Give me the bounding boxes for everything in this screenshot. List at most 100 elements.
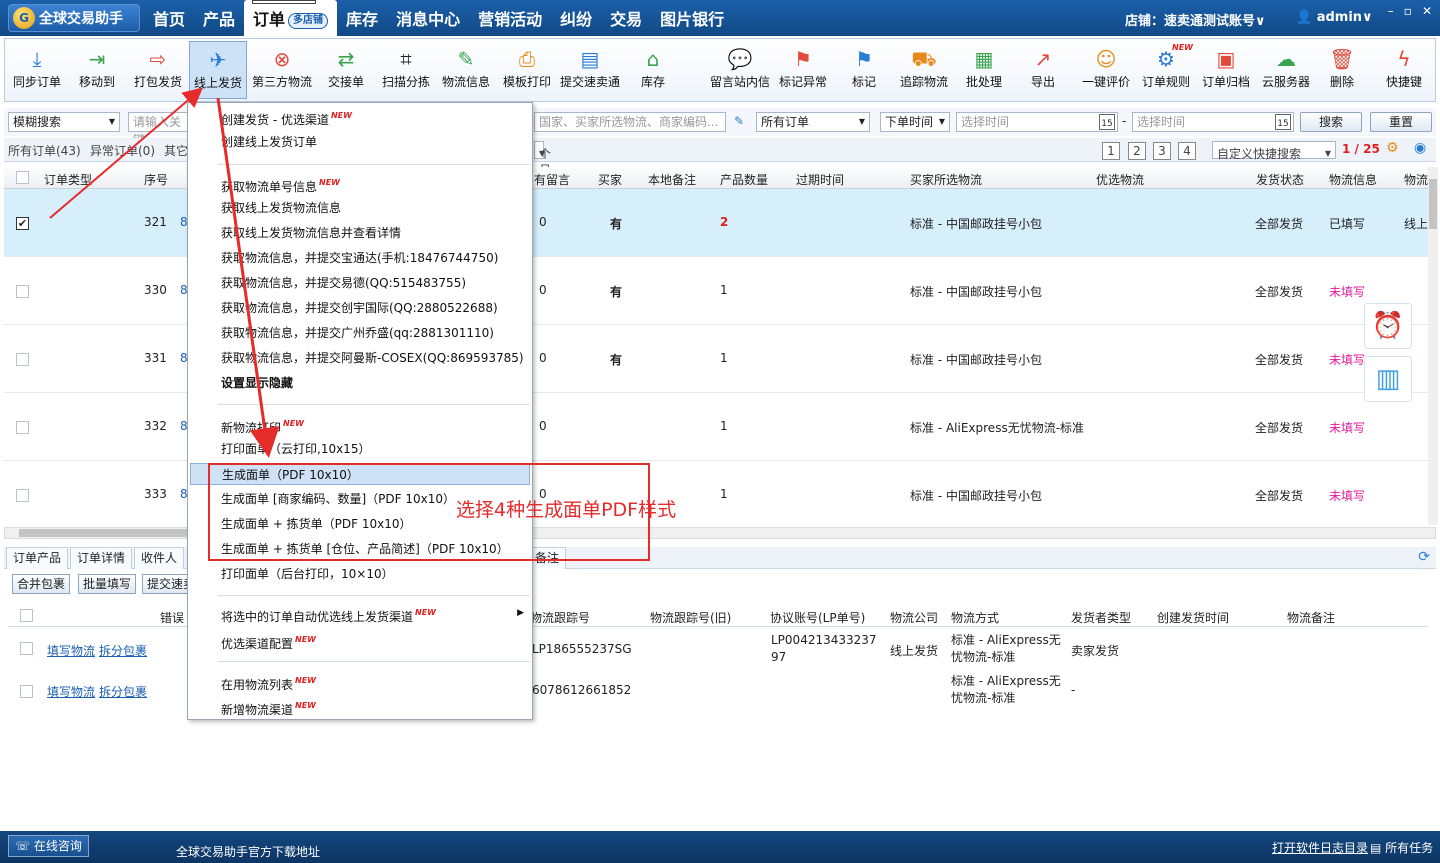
col-buyer-logistics[interactable]: 买家所选物流 bbox=[910, 171, 982, 188]
menu-item-submit-chuangyu[interactable]: 获取物流信息，并提交创宇国际(QQ:2880522688) bbox=[190, 297, 530, 319]
menu-item-get-online-info[interactable]: 获取线上发货物流信息 bbox=[190, 197, 530, 219]
online-consult-button[interactable]: ☏ 在线咨询 bbox=[8, 835, 89, 857]
nav-messages[interactable]: 消息中心 bbox=[387, 0, 469, 36]
batch-fill-button[interactable]: 批量填写 bbox=[78, 574, 137, 594]
tab-notes[interactable]: 备注 bbox=[528, 547, 567, 569]
col-expire-time[interactable]: 过期时间 bbox=[796, 171, 844, 188]
select-all-checkbox[interactable] bbox=[16, 171, 29, 184]
online-shipping-button[interactable]: ✈ 线上发货 bbox=[189, 41, 247, 99]
store-selector[interactable]: 店铺：速卖通测试账号∨ bbox=[1125, 10, 1266, 29]
nav-inventory[interactable]: 库存 bbox=[337, 0, 387, 36]
col-has-message[interactable]: 有留言 bbox=[534, 171, 570, 188]
menu-item-active-logistics-list[interactable]: 在用物流列表 NEW bbox=[190, 670, 530, 692]
row-checkbox[interactable] bbox=[16, 489, 29, 502]
one-click-rate-button[interactable]: ☺ 一键评价 bbox=[1077, 41, 1135, 99]
close-icon[interactable]: ✕ bbox=[1422, 4, 1432, 18]
tab-other[interactable]: 其它 bbox=[164, 142, 188, 159]
third-party-logistics-button[interactable]: ⊗ 第三方物流 bbox=[249, 41, 315, 99]
edit-icon[interactable]: ✎ bbox=[734, 114, 744, 128]
template-print-button[interactable]: ⎙ 模板打印 bbox=[497, 41, 557, 99]
delete-button[interactable]: 🗑 删除 bbox=[1319, 41, 1365, 99]
row-checkbox-checked[interactable]: ✔ bbox=[16, 217, 29, 230]
mark-button[interactable]: ⚑ 标记 bbox=[841, 41, 887, 99]
search-button[interactable]: 搜索 bbox=[1300, 112, 1362, 132]
row-checkbox[interactable] bbox=[20, 685, 33, 698]
row-checkbox[interactable] bbox=[16, 285, 29, 298]
column-settings-icon[interactable]: ⚙ bbox=[1386, 140, 1399, 156]
menu-item-add-logistics-channel[interactable]: 新增物流渠道 NEW bbox=[190, 695, 530, 717]
select-all-checkbox[interactable] bbox=[20, 609, 33, 622]
merge-package-button[interactable]: 合并包裹 bbox=[12, 574, 71, 594]
multi-field-input[interactable]: 国家、买家所选物流、商家编码... bbox=[534, 112, 726, 132]
menu-item-get-online-info-detail[interactable]: 获取线上发货物流信息并查看详情 bbox=[190, 222, 530, 244]
menu-item-submit-baotongda[interactable]: 获取物流信息，并提交宝通达(手机:18476744750) bbox=[190, 247, 530, 269]
col-local-note[interactable]: 本地备注 bbox=[648, 171, 696, 188]
menu-item-new-logistics-print[interactable]: 新物流打印 NEW bbox=[190, 413, 530, 435]
col-ship-status[interactable]: 发货状态 bbox=[1256, 171, 1304, 188]
col-product-qty[interactable]: 产品数量 bbox=[720, 171, 768, 188]
all-orders-select[interactable]: 所有订单 ▼ bbox=[756, 112, 870, 132]
nav-trade[interactable]: 交易 bbox=[601, 0, 651, 36]
multi-store-badge[interactable]: 多店铺 bbox=[288, 13, 329, 29]
start-time-input[interactable]: 选择时间 15 bbox=[956, 112, 1118, 132]
order-archive-button[interactable]: ▣ 订单归档 bbox=[1197, 41, 1255, 99]
export-button[interactable]: ↗ 导出 bbox=[1021, 41, 1065, 99]
menu-item-generate-label-pdf[interactable]: 生成面单（PDF 10x10） bbox=[190, 463, 530, 485]
col-order-type[interactable]: 订单类型 bbox=[44, 171, 92, 188]
menu-item-submit-qiaosheng[interactable]: 获取物流信息，并提交广州乔盛(qq:2881301110) bbox=[190, 322, 530, 344]
message-button[interactable]: 💬 留言站内信 bbox=[707, 41, 773, 99]
tab-order-details[interactable]: 订单详情 bbox=[70, 547, 133, 569]
bar-chart-icon[interactable]: ▥ bbox=[1364, 356, 1412, 402]
tab-exception-orders[interactable]: 异常订单(0) bbox=[90, 142, 155, 159]
shortcut-button[interactable]: ϟ 快捷键 bbox=[1381, 41, 1427, 99]
split-package-link[interactable]: 拆分包裹 bbox=[99, 642, 147, 659]
reset-button[interactable]: 重置 bbox=[1370, 112, 1432, 132]
nav-marketing[interactable]: 营销活动 bbox=[469, 0, 551, 36]
user-menu[interactable]: 👤 admin∨ bbox=[1296, 10, 1373, 25]
pack-ship-button[interactable]: ⇨ 打包发货 bbox=[127, 41, 189, 99]
download-link[interactable]: 全球交易助手官方下载地址 bbox=[176, 843, 320, 860]
menu-item-submit-cosex[interactable]: 获取物流信息，并提交阿曼斯-COSEX(QQ:869593785) bbox=[190, 347, 530, 369]
row-checkbox[interactable] bbox=[16, 421, 29, 434]
alarm-clock-icon[interactable]: ⏰ bbox=[1364, 303, 1412, 349]
vertical-scrollbar[interactable] bbox=[1428, 167, 1438, 525]
menu-item-preferred-channel-config[interactable]: 优选渠道配置 NEW bbox=[190, 629, 530, 651]
row-checkbox[interactable] bbox=[20, 642, 33, 655]
all-tasks-button[interactable]: ▤ 所有任务 bbox=[1370, 839, 1433, 856]
handover-button[interactable]: ⇄ 交接单 bbox=[319, 41, 373, 99]
calendar-icon[interactable]: 15 bbox=[1275, 114, 1291, 130]
nav-home[interactable]: 首页 bbox=[144, 0, 194, 36]
refresh-icon[interactable]: ⟳ bbox=[1418, 549, 1430, 565]
col-logistics[interactable]: 物流 bbox=[1404, 171, 1428, 188]
page-3[interactable]: 3 bbox=[1153, 142, 1171, 160]
inventory-button[interactable]: ⌂ 库存 bbox=[627, 41, 679, 99]
date-range-select[interactable]: 个月内订单 ▼ bbox=[534, 141, 551, 225]
nav-disputes[interactable]: 纠纷 bbox=[551, 0, 601, 36]
batch-button[interactable]: ▦ 批处理 bbox=[959, 41, 1009, 99]
minimize-icon[interactable]: – bbox=[1388, 4, 1394, 18]
open-log-link[interactable]: 打开软件日志目录 bbox=[1272, 839, 1368, 856]
page-4[interactable]: 4 bbox=[1178, 142, 1196, 160]
menu-item-auto-preferred-channel[interactable]: 将选中的订单自动优选线上发货渠道 NEW ▶ bbox=[190, 602, 530, 624]
menu-item-create-online-order[interactable]: 创建线上发货订单 bbox=[190, 131, 530, 153]
move-to-button[interactable]: ⇥ 移动到 bbox=[69, 41, 125, 99]
nav-orders[interactable]: 订单 多店铺 bbox=[244, 0, 338, 36]
end-time-input[interactable]: 选择时间 15 bbox=[1132, 112, 1294, 132]
page-2[interactable]: 2 bbox=[1128, 142, 1146, 160]
time-field-select[interactable]: 下单时间 ▼ bbox=[880, 112, 950, 132]
tab-all-orders[interactable]: 所有订单(43) bbox=[8, 142, 81, 159]
mark-exception-button[interactable]: ⚑ 标记异常 bbox=[775, 41, 831, 99]
nav-image-bank[interactable]: 图片银行 bbox=[651, 0, 733, 36]
scrollbar-thumb[interactable] bbox=[1429, 179, 1437, 229]
menu-item-cloud-print[interactable]: 打印面单（云打印,10x15） bbox=[190, 438, 530, 460]
cloud-server-button[interactable]: ☁ 云服务器 bbox=[1257, 41, 1315, 99]
col-buyer[interactable]: 买家 bbox=[598, 171, 622, 188]
nav-products[interactable]: 产品 bbox=[194, 0, 244, 36]
menu-item-show-hide[interactable]: 设置显示隐藏 bbox=[190, 372, 530, 394]
scan-sort-button[interactable]: ⌗ 扫描分拣 bbox=[377, 41, 435, 99]
col-logistics-info[interactable]: 物流信息 bbox=[1329, 171, 1377, 188]
order-rules-button[interactable]: NEW ⚙ 订单规则 bbox=[1137, 41, 1195, 99]
calendar-icon[interactable]: 15 bbox=[1099, 114, 1115, 130]
fill-logistics-link[interactable]: 填写物流 bbox=[47, 683, 95, 700]
menu-item-submit-yide[interactable]: 获取物流信息，并提交易德(QQ:515483755) bbox=[190, 272, 530, 294]
